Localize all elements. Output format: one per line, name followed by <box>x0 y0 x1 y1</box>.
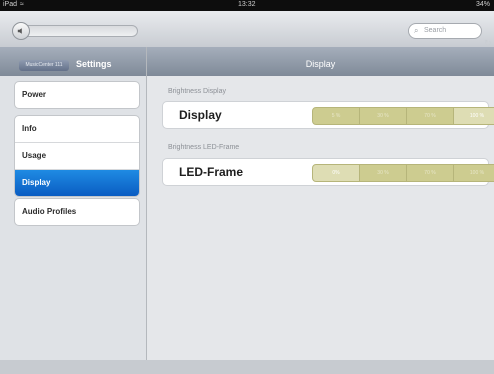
main-panel: Display Brightness Display Display 5 % 3… <box>147 47 494 360</box>
sidebar-item-audio-profiles[interactable]: Audio Profiles <box>15 199 139 225</box>
volume-slider[interactable] <box>14 25 138 37</box>
speaker-icon <box>17 28 22 34</box>
led-brightness-option-0[interactable]: 0% <box>312 164 360 182</box>
sidebar-item-display[interactable]: Display <box>15 170 139 196</box>
device-label: iPad <box>3 1 18 8</box>
display-brightness-card: Display 5 % 30 % 70 % 100 % <box>162 101 494 129</box>
card-title-display: Display <box>179 108 222 122</box>
section-label-brightness-led: Brightness LED-Frame <box>168 144 240 151</box>
led-brightness-option-100[interactable]: 100 % <box>453 164 494 182</box>
card-title-led-frame: LED-Frame <box>179 165 244 179</box>
volume-slider-knob[interactable] <box>12 22 30 40</box>
page-title: Display <box>305 59 336 69</box>
led-brightness-option-70[interactable]: 70 % <box>406 164 454 182</box>
sidebar-item-usage[interactable]: Usage <box>15 143 139 170</box>
display-brightness-option-30[interactable]: 30 % <box>359 107 407 125</box>
sidebar-item-power[interactable]: Power <box>15 82 139 108</box>
sidebar-header: MusicCenter 111 Settings <box>0 47 146 76</box>
led-brightness-option-30[interactable]: 30 % <box>359 164 407 182</box>
led-brightness-control: 0% 30 % 70 % 100 % <box>312 164 494 182</box>
display-brightness-control: 5 % 30 % 70 % 100 % <box>312 107 494 125</box>
display-brightness-option-5[interactable]: 5 % <box>312 107 360 125</box>
display-brightness-option-70[interactable]: 70 % <box>406 107 454 125</box>
sidebar-group-info: Info Usage Display <box>14 115 140 197</box>
search-icon: ⌕ <box>414 26 419 35</box>
battery-level: 34% <box>476 1 491 8</box>
clock: 13:32 <box>238 1 256 8</box>
sidebar: MusicCenter 111 Settings Power Info Usag… <box>0 47 147 360</box>
wifi-icon: ≈ <box>20 1 24 8</box>
main-header: Display <box>147 47 494 76</box>
status-bar: iPad ≈ 13:32 34% <box>0 0 494 11</box>
back-button[interactable]: MusicCenter 111 <box>19 60 69 71</box>
toolbar: ⌕ Search <box>0 11 494 48</box>
search-placeholder: Search <box>424 27 447 34</box>
display-brightness-option-100[interactable]: 100 % <box>453 107 494 125</box>
bottom-bar <box>0 360 494 374</box>
sidebar-item-info[interactable]: Info <box>15 116 139 143</box>
sidebar-title: Settings <box>76 59 112 69</box>
led-brightness-card: LED-Frame 0% 30 % 70 % 100 % <box>162 158 494 186</box>
section-label-brightness-display: Brightness Display <box>168 88 226 95</box>
sidebar-group-audio: Audio Profiles <box>14 198 140 226</box>
search-field[interactable]: ⌕ Search <box>408 23 482 39</box>
sidebar-group-power: Power <box>14 81 140 109</box>
